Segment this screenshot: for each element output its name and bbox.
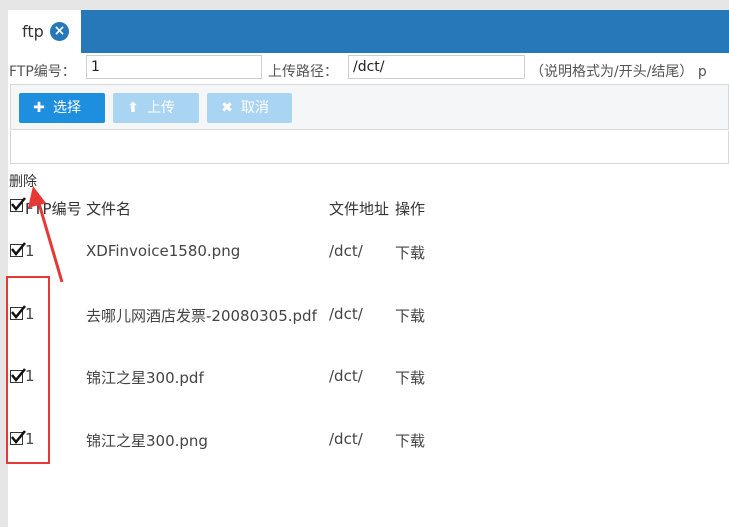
- annotation-arrow-icon: [28, 186, 64, 283]
